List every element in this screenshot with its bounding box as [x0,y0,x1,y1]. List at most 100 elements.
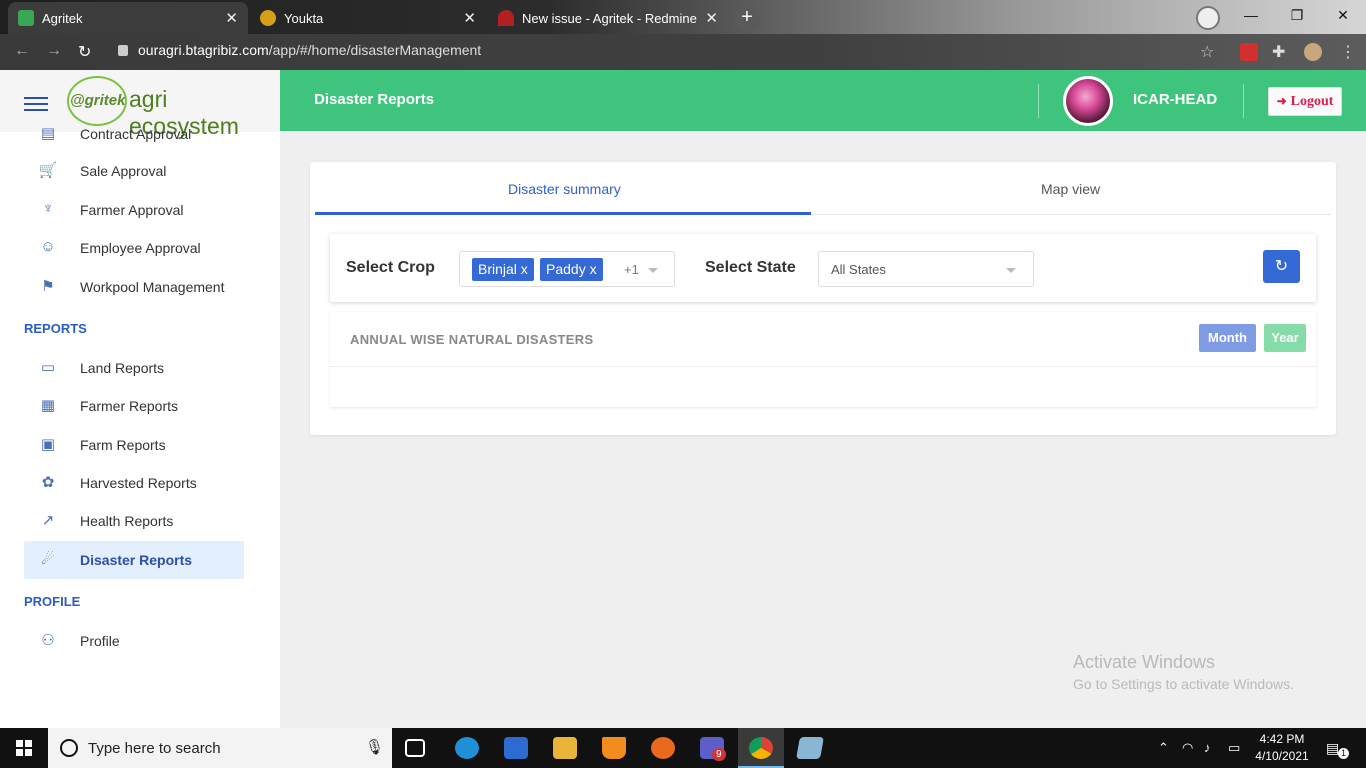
restore-icon[interactable]: ❐ [1274,0,1320,32]
browser-profile-icon[interactable] [1196,6,1220,30]
sidebar-item-label: Harvested Reports [80,475,197,491]
redmine-favicon-icon [498,10,514,26]
sidebar-item-label: Farm Reports [80,437,166,453]
crop-more-count: +1 [624,262,639,277]
battery-icon[interactable]: ▭ [1228,740,1240,756]
logout-button[interactable]: ➜ Logout [1268,87,1342,116]
chevron-down-icon [648,268,658,273]
section-profile: PROFILE [24,594,81,609]
sidebar-item-farmer-approval[interactable]: ♆ Farmer Approval [24,191,244,229]
crop-filter-label: Select Crop [346,259,435,276]
tray-chevron-up-icon[interactable]: ⌃ [1158,740,1169,756]
sidebar-item-health-reports[interactable]: ↗ Health Reports [24,502,244,540]
agritek-favicon-icon [18,10,34,26]
farmer-icon: ♆ [42,200,54,217]
sidebar-item-disaster-reports[interactable]: ☄ Disaster Reports [24,541,244,579]
vlc-icon[interactable] [602,737,626,759]
tab-map-view[interactable]: Map view [1041,181,1100,197]
reload-icon[interactable]: ↻ [78,42,91,62]
extensions-puzzle-icon[interactable]: ✚ [1272,42,1285,62]
edge-icon[interactable] [455,737,479,759]
taskbar-search[interactable]: Type here to search 🎙 [48,728,392,768]
notes-app-icon[interactable] [796,737,824,759]
browser-tab-title: New issue - Agritek - Redmine [522,10,697,26]
close-icon[interactable]: ✕ [463,9,476,27]
network-icon[interactable]: ◠ [1182,740,1193,756]
sidebar: @gritek agri ecosystem ▤ Contract Approv… [0,70,280,728]
hamburger-menu-icon[interactable] [24,97,48,111]
employee-icon: ☺ [40,238,56,255]
windows-start-icon[interactable] [16,740,32,756]
contract-icon: ▤ [40,125,56,142]
sidebar-item-harvested-reports[interactable]: ✿ Harvested Reports [24,464,244,502]
sidebar-item-land-reports[interactable]: ▭ Land Reports [24,349,244,387]
state-select[interactable]: All States [818,251,1034,287]
sidebar-item-profile[interactable]: ⚇ Profile [24,622,244,660]
farm-icon: ▣ [40,436,56,453]
sidebar-item-farmer-reports[interactable]: ▦ Farmer Reports [24,387,244,425]
task-view-icon[interactable] [405,739,425,757]
sidebar-item-contract-approval[interactable]: ▤ Contract Approval [24,115,244,153]
microphone-icon[interactable]: 🎙 [365,738,384,756]
sidebar-item-farm-reports[interactable]: ▣ Farm Reports [24,426,244,464]
browser-tab-youkta[interactable]: Youkta ✕ [250,2,486,34]
tab-disaster-summary[interactable]: Disaster summary [508,181,621,197]
cart-icon: 🛒 [38,162,58,179]
sidebar-item-sale-approval[interactable]: 🛒 Sale Approval [24,152,244,190]
sidebar-item-label: Contract Approval [80,126,192,142]
activate-windows-subtitle: Go to Settings to activate Windows. [1073,676,1294,692]
search-placeholder: Type here to search [88,740,221,757]
address-bar: ← → ↻ ouragri.btagribiz.com/app/#/home/d… [0,34,1366,70]
refresh-button[interactable]: ↻ [1263,250,1300,283]
chip-remove-icon[interactable]: x [590,261,597,277]
bookmark-star-icon[interactable]: ☆ [1200,42,1214,62]
sidebar-item-label: Disaster Reports [80,552,193,568]
browser-tab-bar: Agritek ✕ Youkta ✕ New issue - Agritek -… [0,0,1366,34]
minimize-icon[interactable]: — [1228,0,1274,32]
forward-icon[interactable]: → [46,42,62,60]
lock-icon [118,45,128,56]
disaster-icon: ☄ [41,551,55,568]
browser-tab-agritek[interactable]: Agritek ✕ [8,2,248,34]
browser-tab-redmine[interactable]: New issue - Agritek - Redmine ✕ [488,2,728,34]
land-icon: ▭ [40,359,56,376]
url-path: /app/#/home/disasterManagement [268,42,482,58]
sidebar-item-employee-approval[interactable]: ☺ Employee Approval [24,229,244,267]
file-explorer-icon[interactable] [553,737,577,759]
panel-heading: ANNUAL WISE NATURAL DISASTERS [350,332,594,347]
refresh-icon: ↻ [1274,258,1289,275]
system-clock[interactable]: 4:42 PM 4/10/2021 [1252,731,1312,765]
sidebar-item-label: Employee Approval [80,240,201,256]
close-icon[interactable]: ✕ [705,9,718,27]
sidebar-item-label: Sale Approval [80,163,167,179]
cortana-icon [60,739,78,757]
activate-windows-title: Activate Windows [1073,652,1216,672]
url-field[interactable]: ouragri.btagribiz.com/app/#/home/disaste… [118,42,481,58]
month-button[interactable]: Month [1199,324,1256,352]
volume-icon[interactable]: ♪ [1204,740,1211,755]
active-tab-indicator [315,212,811,215]
chip-remove-icon[interactable]: x [521,261,528,277]
window-close-icon[interactable]: ✕ [1320,0,1366,32]
crop-chip-brinjal[interactable]: Brinjal x [472,258,534,281]
sidebar-item-label: Profile [80,633,120,649]
sidebar-item-label: Farmer Reports [80,398,179,414]
browser-menu-icon[interactable]: ⋮ [1340,42,1356,62]
crop-chip-paddy[interactable]: Paddy x [540,258,603,281]
crop-multiselect[interactable]: Brinjal x Paddy x +1 [459,251,675,287]
user-avatar-icon[interactable] [1304,43,1322,61]
chip-label: Paddy [546,261,586,277]
state-select-value: All States [831,262,886,277]
year-button[interactable]: Year [1264,324,1306,352]
avatar[interactable] [1063,76,1113,126]
new-tab-button[interactable]: + [734,5,760,31]
sidebar-item-workpool-management[interactable]: ⚑ Workpool Management [24,268,244,306]
close-icon[interactable]: ✕ [225,9,238,27]
store-icon[interactable] [504,737,528,759]
back-icon[interactable]: ← [14,42,30,60]
farmer-report-icon: ▦ [40,397,56,414]
chrome-taskbar-active[interactable] [738,728,784,768]
firefox-icon[interactable] [651,737,675,759]
taskbar: Type here to search 🎙 9 ⌃ ◠ ♪ ▭ 4:42 PM … [0,728,1366,768]
pdf-extension-icon[interactable] [1240,43,1258,61]
